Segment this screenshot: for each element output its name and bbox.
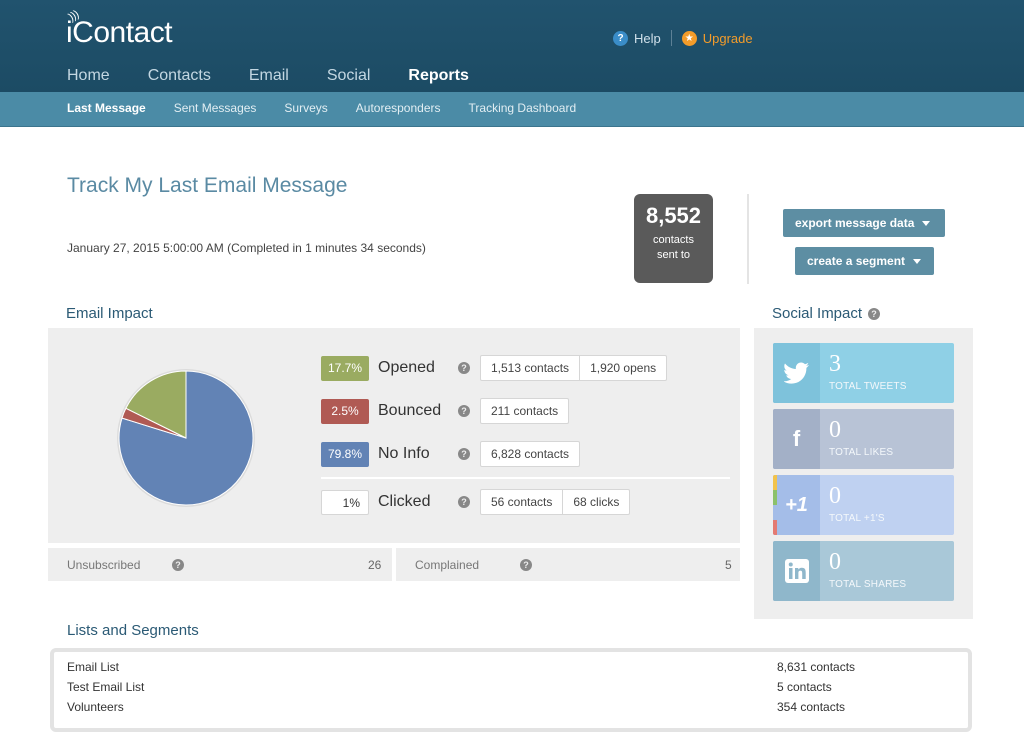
create-segment-button[interactable]: create a segment <box>795 247 934 275</box>
email-impact-title: Email Impact <box>66 305 153 322</box>
page-title: Track My Last Email Message <box>67 174 348 197</box>
list-count: 5 contacts <box>777 680 832 694</box>
twitter-card[interactable]: 3 TOTAL TWEETS <box>773 343 954 403</box>
facebook-icon: f <box>773 409 820 469</box>
complained-value: 5 <box>725 558 732 572</box>
subnav-tracking-dashboard[interactable]: Tracking Dashboard <box>469 101 577 115</box>
facebook-card[interactable]: f 0 TOTAL LIKES <box>773 409 954 469</box>
upgrade-link[interactable]: ★ Upgrade <box>681 30 753 46</box>
list-name: Test Email List <box>67 680 145 694</box>
list-item[interactable]: Email List 8,631 contacts <box>67 660 857 674</box>
clicked-stats: 56 contacts 68 clicks <box>480 489 631 515</box>
opened-percent-badge: 17.7% <box>321 355 369 381</box>
clicked-label: Clicked <box>378 493 431 510</box>
unsubscribed-bar: Unsubscribed ? 26 <box>48 548 392 581</box>
shares-count: 0 <box>829 549 841 575</box>
contacts-sent-count: 8,552 <box>645 203 702 228</box>
list-count: 354 contacts <box>777 700 846 714</box>
unsubscribed-value: 26 <box>368 558 382 572</box>
top-links: ? Help ★ Upgrade <box>613 29 753 47</box>
help-icon[interactable]: ? <box>458 362 470 374</box>
complained-bar: Complained ? 5 <box>396 548 740 581</box>
bounced-contacts[interactable]: 211 contacts <box>481 399 568 423</box>
social-impact-title: Social Impact ? <box>772 305 881 322</box>
gplus-stripe-red <box>773 520 777 535</box>
no-info-stats: 6,828 contacts <box>480 441 581 467</box>
list-item[interactable]: Test Email List 5 contacts <box>67 680 857 694</box>
top-header: ))) iContact ? Help ★ Upgrade Home Conta… <box>0 0 1024 92</box>
no-info-label: No Info <box>378 445 430 462</box>
bounced-percent-badge: 2.5% <box>321 398 369 424</box>
opened-contacts[interactable]: 1,513 contacts <box>481 356 579 380</box>
twitter-icon <box>773 343 820 403</box>
star-icon: ★ <box>681 30 697 46</box>
contacts-sent-label-1: contacts <box>653 234 694 246</box>
list-name: Email List <box>67 660 120 674</box>
contacts-sent-summary: 8,552 contacts sent to <box>634 194 713 283</box>
bounced-stats: 211 contacts <box>480 398 570 424</box>
tweets-count: 3 <box>829 351 841 377</box>
help-icon: ? <box>613 30 628 46</box>
export-message-data-button[interactable]: export message data <box>783 209 945 237</box>
gplus-stripe-green <box>773 490 777 505</box>
caret-down-icon <box>922 221 931 227</box>
metric-clicked: 1% Clicked ? 56 contacts 68 clicks <box>321 489 631 515</box>
clicked-percent-badge: 1% <box>321 489 369 515</box>
metric-no-info: 79.8% No Info ? 6,828 contacts <box>321 441 581 467</box>
lists-segments-title: Lists and Segments <box>67 622 199 639</box>
help-icon[interactable]: ? <box>458 448 470 460</box>
contacts-sent-label-2: sent to <box>656 249 691 261</box>
linkedin-icon <box>773 541 820 601</box>
metric-bounced: 2.5% Bounced ? 211 contacts <box>321 398 570 424</box>
help-icon[interactable]: ? <box>458 405 470 417</box>
email-impact-pie-chart <box>117 369 255 507</box>
bounced-label: Bounced <box>378 402 442 419</box>
subnav-autoresponders[interactable]: Autoresponders <box>356 101 441 115</box>
google-plus-icon: +1 <box>773 475 820 535</box>
nav-email[interactable]: Email <box>249 67 289 85</box>
metric-opened: 17.7% Opened ? 1,513 contacts 1,920 open… <box>321 355 668 381</box>
list-name: Volunteers <box>67 700 124 714</box>
nav-social[interactable]: Social <box>327 67 371 85</box>
unsubscribed-label: Unsubscribed <box>67 558 141 572</box>
opened-label: Opened <box>378 359 435 376</box>
tweets-caption: TOTAL TWEETS <box>829 381 907 392</box>
top-links-divider <box>670 30 672 46</box>
no-info-percent-badge: 79.8% <box>321 441 369 467</box>
summary-divider <box>747 194 749 284</box>
shares-caption: TOTAL SHARES <box>829 579 907 590</box>
help-link[interactable]: ? Help <box>613 30 661 46</box>
complained-label: Complained <box>415 558 480 572</box>
sub-nav: Last Message Sent Messages Surveys Autor… <box>0 92 1024 127</box>
opened-stats: 1,513 contacts 1,920 opens <box>480 355 668 381</box>
caret-down-icon <box>913 259 922 265</box>
list-item[interactable]: Volunteers 354 contacts <box>67 700 857 714</box>
help-icon[interactable]: ? <box>520 559 532 571</box>
plus-ones-caption: TOTAL +1'S <box>829 513 885 524</box>
nav-home[interactable]: Home <box>67 67 110 85</box>
opened-opens[interactable]: 1,920 opens <box>579 356 666 380</box>
help-icon[interactable]: ? <box>172 559 184 571</box>
subnav-sent-messages[interactable]: Sent Messages <box>174 101 257 115</box>
clicked-contacts[interactable]: 56 contacts <box>481 490 562 514</box>
plus-ones-count: 0 <box>829 483 841 509</box>
nav-reports[interactable]: Reports <box>408 67 468 85</box>
subnav-last-message[interactable]: Last Message <box>67 101 146 115</box>
clicked-clicks[interactable]: 68 clicks <box>562 490 629 514</box>
metrics-divider <box>321 477 730 479</box>
subnav-surveys[interactable]: Surveys <box>284 101 327 115</box>
gplus-stripe-yellow <box>773 475 777 490</box>
nav-contacts[interactable]: Contacts <box>148 67 211 85</box>
help-icon[interactable]: ? <box>458 496 470 508</box>
google-plus-card[interactable]: +1 0 TOTAL +1'S <box>773 475 954 535</box>
main-nav: Home Contacts Email Social Reports <box>67 67 507 85</box>
help-icon[interactable]: ? <box>868 307 881 320</box>
sent-date: January 27, 2015 5:00:00 AM (Completed i… <box>67 241 426 255</box>
no-info-contacts[interactable]: 6,828 contacts <box>481 442 579 466</box>
list-count: 8,631 contacts <box>777 660 856 674</box>
likes-count: 0 <box>829 417 841 443</box>
likes-caption: TOTAL LIKES <box>829 447 894 458</box>
icontact-logo[interactable]: ))) iContact <box>66 8 173 50</box>
linkedin-card[interactable]: 0 TOTAL SHARES <box>773 541 954 601</box>
